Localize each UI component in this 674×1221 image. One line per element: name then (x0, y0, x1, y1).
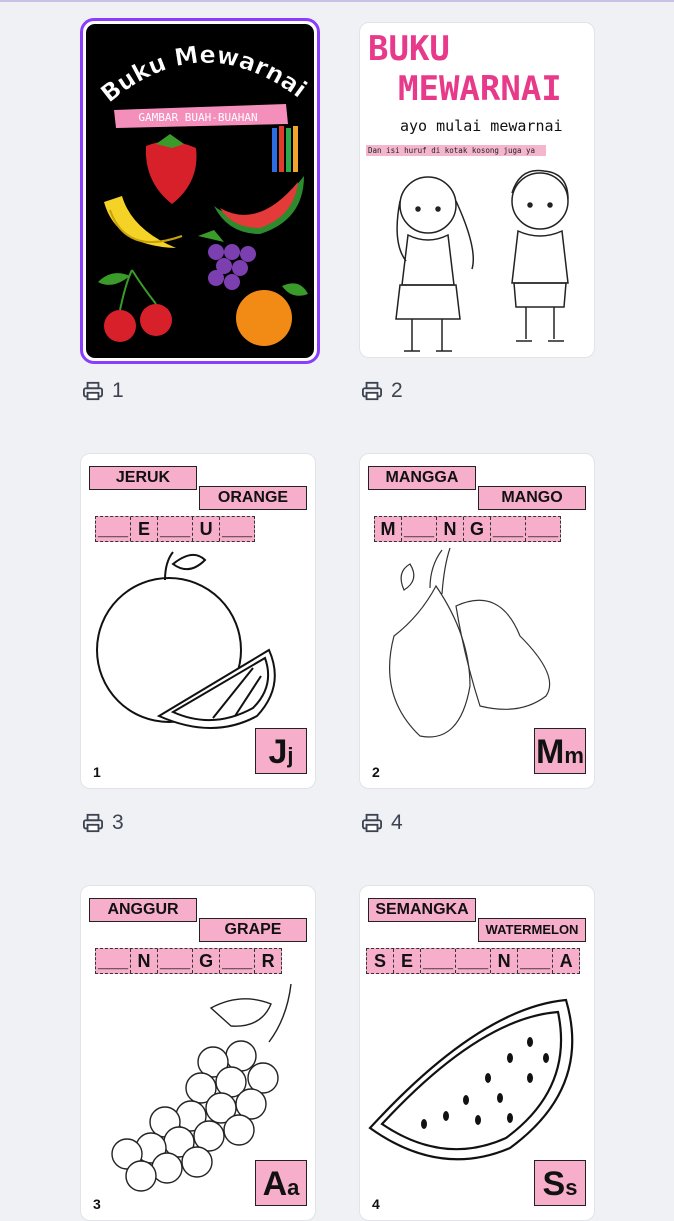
card-number: 2 (372, 764, 380, 780)
page-number: 4 (391, 811, 403, 834)
word-indonesian: ANGGUR (89, 898, 197, 922)
watermelon-illustration (368, 998, 574, 1161)
page-number: 1 (112, 379, 124, 402)
alphabet-letter: Aa (255, 1160, 307, 1206)
letter-upper: J (268, 733, 288, 771)
word-blanks: ___ N ___ G ___ R (95, 948, 283, 974)
svg-text:Buku Mewarnai: Buku Mewarnai (95, 41, 312, 108)
blank-cell: E (394, 949, 421, 973)
blank-cell: ___ (528, 519, 559, 539)
printer-icon (362, 813, 382, 833)
blank-cell: N (437, 517, 465, 541)
page-thumbnail-4[interactable]: MANGGA MANGO M ___ N G ___ ___ Mm 2 (359, 453, 595, 789)
word-english: ORANGE (199, 486, 307, 510)
blank-cell: G (464, 517, 492, 541)
blank-cell: ___ (402, 517, 438, 541)
blank-cell: ___ (456, 949, 492, 973)
page-thumbnail-1[interactable]: Buku Mewarnai GAMBAR BUAH-BUAHAN (80, 18, 320, 364)
blank-cell: ___ (491, 517, 527, 541)
blank-cell: E (131, 517, 159, 541)
page2-tagline: ayo mulai mewarnai (400, 117, 563, 135)
letter-lower: j (287, 743, 294, 768)
blank-cell: ___ (222, 519, 253, 539)
blank-cell: ___ (220, 949, 256, 973)
letter-lower: s (565, 1175, 578, 1200)
cover-title: Buku Mewarnai (95, 41, 312, 109)
page2-title-line2: MEWARNAI (398, 69, 562, 109)
blank-cell: A (559, 951, 573, 971)
word-english: WATERMELON (478, 918, 586, 942)
blank-cell: ___ (421, 949, 457, 973)
letter-lower: a (287, 1175, 300, 1200)
blank-cell: N (131, 949, 159, 973)
mango-illustration (388, 547, 551, 738)
page-label-2[interactable]: 2 (361, 379, 403, 403)
letter-upper: A (262, 1165, 288, 1203)
page-thumbnail-3[interactable]: JERUK ORANGE ___ E ___ U ___ Jj 1 (80, 453, 316, 789)
blank-cell: R (261, 951, 275, 971)
blank-cell: ___ (518, 949, 554, 973)
blank-cell: M (375, 517, 402, 541)
cover-subtitle: GAMBAR BUAH-BUAHAN (138, 111, 257, 124)
card-number: 1 (93, 764, 101, 780)
orange-illustration (96, 551, 276, 729)
blank-cell: ___ (96, 517, 132, 541)
top-divider (0, 0, 674, 2)
printer-icon (83, 813, 103, 833)
blank-cell: N (491, 949, 519, 973)
blank-cell: ___ (158, 517, 194, 541)
page-number: 3 (112, 811, 124, 834)
word-blanks: S E ___ ___ N ___ A (366, 948, 581, 974)
alphabet-letter: Mm (534, 728, 586, 774)
page-label-4[interactable]: 4 (361, 811, 403, 835)
printer-icon (362, 381, 382, 401)
page-label-1[interactable]: 1 (82, 379, 124, 403)
page2-title-line1: BUKU (368, 29, 450, 69)
letter-lower: m (564, 743, 584, 768)
page-thumbnail-2[interactable]: BUKU MEWARNAI ayo mulai mewarnai Dan isi… (359, 22, 595, 358)
page-thumbnail-6[interactable]: SEMANGKA WATERMELON S E ___ ___ N ___ A … (359, 885, 595, 1221)
blank-cell: G (193, 949, 221, 973)
card-number: 3 (93, 1196, 101, 1212)
page-label-3[interactable]: 3 (82, 811, 124, 835)
page-number: 2 (391, 379, 403, 402)
blank-cell: S (367, 949, 394, 973)
word-english: GRAPE (199, 918, 307, 942)
blank-cell: ___ (158, 949, 194, 973)
page-thumbnail-5[interactable]: ANGGUR GRAPE ___ N ___ G ___ R Aa 3 (80, 885, 316, 1221)
letter-upper: S (542, 1165, 566, 1203)
word-indonesian: MANGGA (368, 466, 476, 490)
blank-cell: U (193, 517, 221, 541)
card-number: 4 (372, 1196, 380, 1212)
children-illustration (395, 169, 569, 352)
word-blanks: M ___ N G ___ ___ (374, 516, 562, 542)
word-indonesian: SEMANGKA (368, 898, 476, 922)
printer-icon (83, 381, 103, 401)
alphabet-letter: Ss (534, 1160, 586, 1206)
letter-upper: M (536, 733, 565, 771)
alphabet-letter: Jj (255, 728, 307, 774)
word-blanks: ___ E ___ U ___ (95, 516, 256, 542)
cover-artwork: Buku Mewarnai GAMBAR BUAH-BUAHAN (86, 24, 314, 358)
blank-cell: ___ (96, 949, 132, 973)
word-indonesian: JERUK (89, 466, 197, 490)
word-english: MANGO (478, 486, 586, 510)
